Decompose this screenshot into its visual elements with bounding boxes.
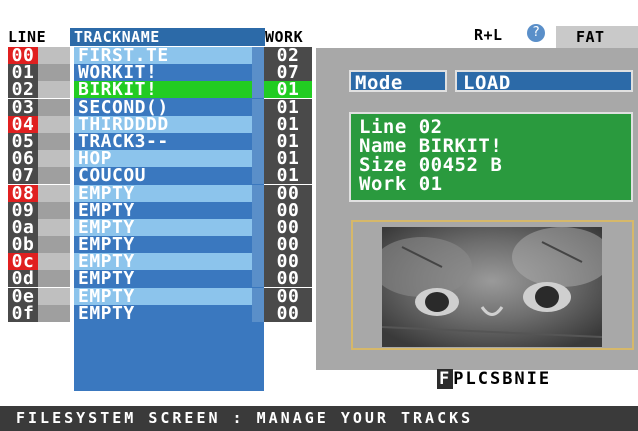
row-work-value: 01 (264, 81, 312, 99)
mode-value[interactable]: LOAD (455, 70, 633, 94)
row-spacer (38, 98, 70, 116)
row-divider (252, 115, 264, 133)
table-row[interactable]: 0e EMPTY 00 (8, 287, 313, 305)
row-trackname[interactable]: COUCOU (74, 167, 252, 185)
screen-selector-others[interactable]: PLCSBNIE (453, 369, 551, 389)
row-trackname[interactable]: SECOND() (74, 98, 252, 116)
row-spacer (38, 287, 70, 305)
row-spacer (38, 81, 70, 99)
row-trackname[interactable]: EMPTY (74, 304, 252, 322)
info-work-label: Work (359, 173, 407, 195)
row-divider (252, 47, 264, 64)
screen-selector-current[interactable]: F (437, 369, 454, 389)
table-row[interactable]: 02 BIRKIT! 01 (8, 81, 313, 99)
table-row[interactable]: 00 FIRST.TE 02 (8, 47, 313, 65)
row-divider (252, 253, 264, 271)
row-spacer (38, 64, 70, 82)
row-spacer (38, 150, 70, 168)
row-spacer (38, 47, 70, 64)
table-row[interactable]: 0d EMPTY 00 (8, 270, 313, 288)
screen-selector[interactable]: F PLCSBNIE (437, 369, 551, 389)
row-spacer (38, 270, 70, 288)
table-row[interactable]: 08 EMPTY 00 (8, 184, 313, 202)
table-row[interactable]: 05 TRACK3-- 01 (8, 132, 313, 150)
row-spacer (38, 167, 70, 185)
row-trackname[interactable]: EMPTY (74, 270, 252, 288)
table-row[interactable]: 0c EMPTY 00 (8, 253, 313, 271)
row-spacer (38, 115, 70, 133)
track-preview-image (382, 227, 602, 347)
row-divider (252, 287, 264, 305)
mode-label: Mode (349, 70, 447, 94)
row-spacer (38, 201, 70, 219)
row-line-number: 0f (8, 304, 38, 322)
table-row[interactable]: 0a EMPTY 00 (8, 218, 313, 236)
table-row[interactable]: 07 COUCOU 01 (8, 167, 313, 185)
row-divider (252, 64, 264, 82)
row-work-value: 01 (264, 98, 312, 116)
row-line-number: 07 (8, 167, 38, 185)
row-divider (252, 81, 264, 99)
row-line-number: 08 (8, 184, 38, 202)
row-divider (252, 304, 264, 322)
row-work-value: 01 (264, 167, 312, 185)
table-row[interactable]: 09 EMPTY 00 (8, 201, 313, 219)
row-spacer (38, 218, 70, 236)
row-divider (252, 201, 264, 219)
row-trackname[interactable]: EMPTY (74, 184, 252, 202)
tab-fat[interactable]: FAT (556, 26, 638, 48)
row-work-value: 00 (264, 270, 312, 288)
row-divider (252, 270, 264, 288)
row-spacer (38, 184, 70, 202)
row-work-value: 00 (264, 184, 312, 202)
row-divider (252, 184, 264, 202)
row-divider (252, 132, 264, 150)
table-row[interactable]: 0b EMPTY 00 (8, 236, 313, 254)
column-header-work: WORK (265, 28, 304, 46)
row-divider (252, 98, 264, 116)
table-row[interactable]: 01 WORKIT! 07 (8, 64, 313, 82)
row-divider (252, 150, 264, 168)
row-spacer (38, 253, 70, 271)
table-row[interactable]: 0f EMPTY 00 (8, 304, 313, 322)
status-bar: FILESYSTEM SCREEN : MANAGE YOUR TRACKS (0, 406, 638, 431)
row-spacer (38, 304, 70, 322)
help-circle-icon[interactable]: ? (527, 24, 545, 42)
track-table: 00 FIRST.TE 02 01 WORKIT! 07 02 BIRKIT! 01 03 SECO… (8, 47, 313, 391)
row-divider (252, 236, 264, 254)
row-trackname[interactable]: BIRKIT! (74, 81, 252, 99)
row-spacer (38, 132, 70, 150)
table-row[interactable]: 06 HOP 01 (8, 150, 313, 168)
row-line-number: 03 (8, 98, 38, 116)
row-divider (252, 218, 264, 236)
row-divider (252, 167, 264, 185)
track-info-panel: Line 02 Name BIRKIT! Size 00452 B Work 0… (349, 112, 633, 202)
row-work-value: 00 (264, 304, 312, 322)
row-spacer (38, 236, 70, 254)
column-header-trackname: TRACKNAME (70, 28, 265, 46)
rl-shortcut-label: R+L (474, 26, 503, 44)
row-line-number: 0d (8, 270, 38, 288)
column-header-line: LINE (8, 28, 47, 46)
row-line-number: 02 (8, 81, 38, 99)
info-work-value: 01 (418, 173, 443, 195)
